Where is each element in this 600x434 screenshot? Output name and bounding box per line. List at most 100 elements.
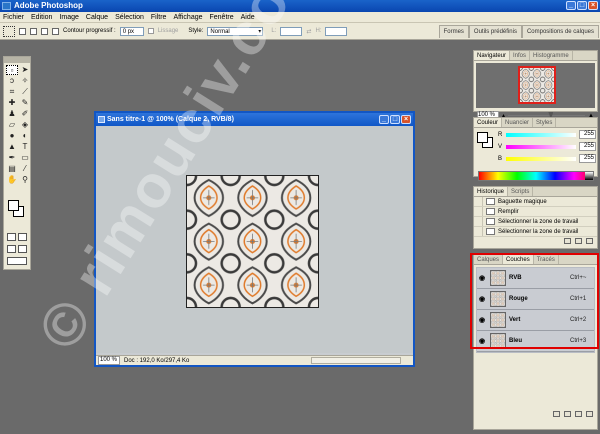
standard-mode-icon[interactable]: [7, 233, 16, 241]
v-value[interactable]: 255: [579, 142, 596, 151]
doc-close-button[interactable]: ×: [401, 115, 411, 124]
menu-help[interactable]: Aide: [241, 12, 255, 22]
tab-layers[interactable]: Calques: [474, 255, 504, 264]
color-fg-swatch[interactable]: [477, 132, 488, 143]
history-brush-icon[interactable]: ✐: [19, 109, 31, 119]
tab-swatches[interactable]: Nuancier: [502, 118, 534, 127]
navigator-view-box[interactable]: [518, 66, 556, 104]
screen-mode-2-icon[interactable]: [18, 245, 27, 253]
well-tab-comps[interactable]: Compositions de calques: [521, 25, 599, 38]
new-selection-icon[interactable]: [19, 27, 26, 35]
doc-minimize-button[interactable]: _: [379, 115, 389, 124]
tab-history[interactable]: Historique: [474, 187, 509, 196]
save-selection-icon[interactable]: [564, 411, 571, 417]
maximize-button[interactable]: □: [577, 1, 587, 10]
history-source-box[interactable]: [474, 207, 483, 216]
history-source-box[interactable]: [474, 197, 483, 206]
menu-filter[interactable]: Filtre: [151, 12, 167, 22]
height-input[interactable]: [325, 26, 348, 36]
channel-row[interactable]: ◉ Vert Ctrl+2: [477, 310, 594, 331]
eye-icon[interactable]: ◉: [477, 274, 487, 282]
menu-image[interactable]: Image: [59, 12, 78, 22]
move-tool-icon[interactable]: ➤: [19, 65, 31, 75]
marquee-tool-icon[interactable]: ▫: [6, 65, 18, 75]
screen-mode-1-icon[interactable]: [7, 245, 16, 253]
channel-row[interactable]: ◉ Bleu Ctrl+3: [477, 331, 594, 352]
new-channel-icon[interactable]: [575, 411, 582, 417]
tab-color[interactable]: Couleur: [474, 118, 503, 127]
history-source-box[interactable]: [474, 227, 483, 236]
style-select[interactable]: Normal: [207, 26, 264, 36]
paint-bucket-icon[interactable]: ◈: [19, 120, 31, 130]
color-spectrum-ramp[interactable]: [478, 171, 594, 181]
slice-tool-icon[interactable]: ⟋: [19, 87, 31, 97]
crop-tool-icon[interactable]: ⌗: [6, 87, 18, 97]
eye-icon[interactable]: ◉: [477, 295, 487, 303]
tab-histogram[interactable]: Histogramme: [530, 51, 573, 60]
r-slider[interactable]: [506, 132, 576, 137]
tab-actions[interactable]: Scripts: [508, 187, 534, 196]
subtract-selection-icon[interactable]: [41, 27, 48, 35]
menu-file[interactable]: Fichier: [3, 12, 24, 22]
well-tab-presets[interactable]: Outils prédéfinis: [468, 25, 522, 38]
antialias-checkbox[interactable]: [147, 28, 154, 34]
trash-icon[interactable]: [586, 411, 593, 417]
history-item[interactable]: Baguette magique: [474, 197, 597, 207]
notes-tool-icon[interactable]: ▤: [6, 164, 18, 174]
menu-select[interactable]: Sélection: [115, 12, 144, 22]
channel-row[interactable]: ◉ Rouge Ctrl+1: [477, 289, 594, 310]
eye-icon[interactable]: ◉: [477, 316, 487, 324]
menu-view[interactable]: Affichage: [173, 12, 202, 22]
pen-tool-icon[interactable]: ✒: [6, 153, 18, 163]
menu-edit[interactable]: Edition: [31, 12, 52, 22]
tile-pattern-artwork[interactable]: [186, 175, 319, 308]
doc-zoom-field[interactable]: 100 %: [98, 356, 120, 365]
width-input[interactable]: [280, 26, 303, 36]
document-titlebar[interactable]: Sans titre-1 @ 100% (Calque 2, RVB/8) _ …: [96, 113, 413, 126]
lasso-tool-icon[interactable]: ↄ: [6, 76, 18, 86]
history-item[interactable]: Sélectionner la zone de travail: [474, 217, 597, 227]
marquee-tool-icon[interactable]: [3, 25, 15, 37]
history-item[interactable]: Sélectionner la zone de travail: [474, 227, 597, 237]
navigator-preview[interactable]: [476, 63, 595, 108]
tab-paths[interactable]: Tracés: [534, 255, 559, 264]
menu-layer[interactable]: Calque: [86, 12, 108, 22]
trash-icon[interactable]: [586, 238, 593, 244]
r-value[interactable]: 255: [579, 130, 596, 139]
v-slider[interactable]: [506, 144, 576, 149]
dodge-tool-icon[interactable]: ◐: [19, 131, 31, 141]
history-item[interactable]: Remplir: [474, 207, 597, 217]
stamp-tool-icon[interactable]: ♟: [6, 109, 18, 119]
b-slider[interactable]: [506, 156, 576, 161]
load-selection-icon[interactable]: [553, 411, 560, 417]
foreground-color-swatch[interactable]: [8, 200, 19, 211]
doc-maximize-button[interactable]: □: [390, 115, 400, 124]
menu-window[interactable]: Fenêtre: [210, 12, 234, 22]
hand-tool-icon[interactable]: ✋: [6, 175, 18, 185]
well-tab-brushes[interactable]: Formes: [438, 25, 469, 38]
shape-tool-icon[interactable]: ▭: [19, 153, 31, 163]
minimize-button[interactable]: _: [566, 1, 576, 10]
tab-info[interactable]: Infos: [510, 51, 531, 60]
zoom-tool-icon[interactable]: ⚲: [19, 175, 31, 185]
new-document-icon[interactable]: [564, 238, 571, 244]
channel-row[interactable]: ◉ RVB Ctrl+~: [477, 268, 594, 289]
feather-input[interactable]: 0 px: [119, 26, 144, 36]
blur-tool-icon[interactable]: ●: [6, 131, 18, 141]
brush-tool-icon[interactable]: ✎: [19, 98, 31, 108]
eyedropper-icon[interactable]: ⁄: [19, 164, 31, 174]
tab-styles[interactable]: Styles: [533, 118, 557, 127]
quickmask-mode-icon[interactable]: [18, 233, 27, 241]
healing-brush-icon[interactable]: ✚: [6, 98, 18, 108]
canvas-area[interactable]: [96, 126, 413, 353]
magic-wand-icon[interactable]: ✧: [19, 76, 31, 86]
tab-navigator[interactable]: Navigateur: [474, 51, 511, 60]
swap-icon[interactable]: ⇄: [306, 28, 311, 35]
close-button[interactable]: ×: [588, 1, 598, 10]
b-value[interactable]: 255: [579, 154, 596, 163]
eye-icon[interactable]: ◉: [477, 337, 487, 345]
horizontal-scrollbar[interactable]: [311, 357, 401, 364]
doc-info[interactable]: Doc : 192,0 Ko/297,4 Ko: [124, 358, 189, 364]
add-selection-icon[interactable]: [30, 27, 37, 35]
eraser-tool-icon[interactable]: ▱: [6, 120, 18, 130]
